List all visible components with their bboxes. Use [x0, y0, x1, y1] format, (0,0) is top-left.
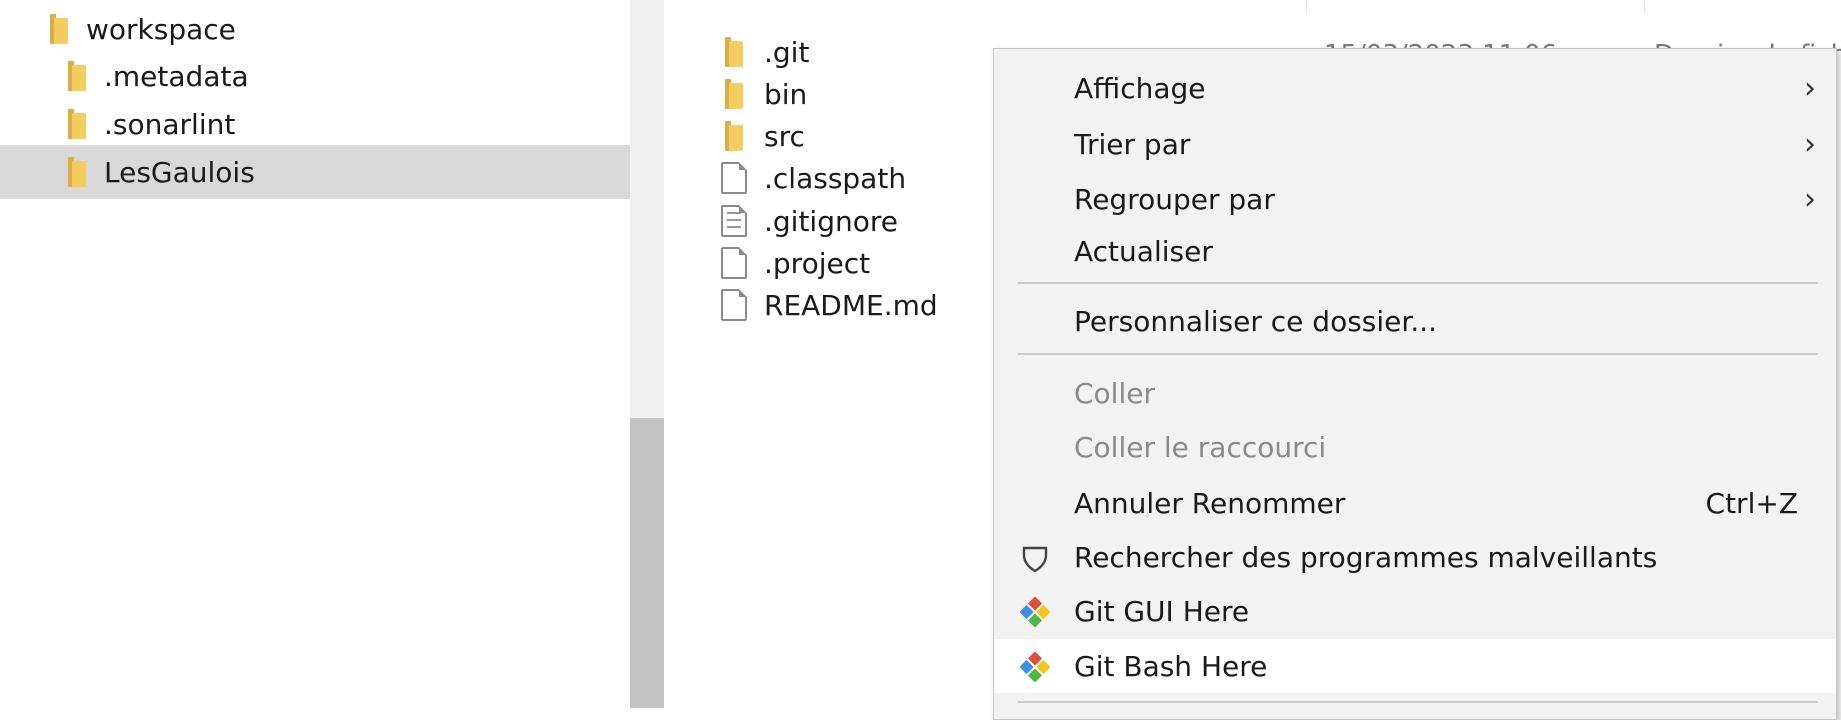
- menu-item-label: Trier par: [1074, 127, 1191, 161]
- shield-icon: [1022, 546, 1048, 573]
- folder-icon: [50, 14, 68, 44]
- tree-item-workspace[interactable]: workspace: [0, 2, 676, 56]
- folder-icon: [725, 121, 743, 151]
- tree-scrollbar-thumb[interactable]: [630, 418, 664, 708]
- tree-item-lesgaulois[interactable]: LesGaulois: [0, 145, 694, 199]
- menu-item-regrouper-par[interactable]: Regrouper par ›: [994, 172, 1836, 226]
- menu-item-actualiser[interactable]: Actualiser: [994, 224, 1836, 278]
- menu-item-label: Personnaliser ce dossier...: [1074, 304, 1438, 338]
- file-name: src: [764, 119, 805, 153]
- file-name: .gitignore: [764, 204, 898, 238]
- folder-icon: [68, 157, 86, 187]
- menu-separator: [1018, 701, 1818, 703]
- menu-item-label: Annuler Renommer: [1074, 486, 1346, 520]
- menu-item-annuler-renommer[interactable]: Annuler Renommer Ctrl+Z: [994, 476, 1836, 530]
- menu-item-trier-par[interactable]: Trier par ›: [994, 117, 1836, 171]
- folder-icon: [725, 37, 743, 67]
- file-icon: [721, 289, 747, 321]
- file-row-readme[interactable]: README.md: [716, 280, 938, 330]
- text-file-icon: [721, 205, 747, 237]
- menu-item-label: Coller le raccourci: [1074, 430, 1327, 464]
- file-name: README.md: [764, 288, 938, 322]
- file-name: .git: [764, 35, 810, 69]
- menu-item-affichage[interactable]: Affichage ›: [994, 61, 1836, 115]
- context-menu: Affichage › Trier par › Regrouper par › …: [993, 48, 1837, 720]
- tree-item-label: .sonarlint: [104, 107, 236, 141]
- file-name: .classpath: [764, 161, 907, 195]
- menu-item-coller[interactable]: Coller: [994, 366, 1836, 420]
- navigation-tree: workspace .metadata .sonarlint LesGauloi…: [0, 0, 694, 708]
- menu-item-label: Actualiser: [1074, 234, 1213, 268]
- tree-item-label: workspace: [86, 12, 236, 46]
- menu-item-rechercher-malveillants[interactable]: Rechercher des programmes malveillants: [994, 530, 1836, 584]
- menu-item-git-gui[interactable]: Git GUI Here: [994, 584, 1836, 638]
- column-separator: [1306, 0, 1307, 14]
- menu-item-shortcut: Ctrl+Z: [1705, 486, 1798, 520]
- menu-item-git-bash[interactable]: Git Bash Here: [994, 639, 1836, 693]
- folder-icon: [725, 79, 743, 109]
- git-gui-icon: [1020, 597, 1050, 627]
- tree-item-sonarlint[interactable]: .sonarlint: [0, 97, 694, 151]
- chevron-right-icon: ›: [1804, 181, 1816, 217]
- file-icon: [721, 162, 747, 194]
- menu-item-label: Coller: [1074, 376, 1155, 410]
- menu-item-label: Affichage: [1074, 71, 1206, 105]
- menu-item-label: Regrouper par: [1074, 182, 1275, 216]
- folder-icon: [68, 61, 86, 91]
- menu-item-coller-raccourci[interactable]: Coller le raccourci: [994, 420, 1836, 474]
- file-name: bin: [764, 77, 808, 111]
- tree-item-label: .metadata: [104, 59, 249, 93]
- chevron-right-icon: ›: [1804, 126, 1816, 162]
- file-icon: [721, 247, 747, 279]
- menu-item-label: Rechercher des programmes malveillants: [1074, 540, 1658, 574]
- menu-item-label: Git GUI Here: [1074, 594, 1250, 628]
- menu-item-label: Git Bash Here: [1074, 649, 1268, 683]
- tree-item-metadata[interactable]: .metadata: [0, 49, 694, 103]
- menu-item-personnaliser[interactable]: Personnaliser ce dossier...: [994, 294, 1836, 348]
- menu-separator: [1018, 353, 1818, 355]
- menu-separator: [1018, 282, 1818, 284]
- chevron-right-icon: ›: [1804, 70, 1816, 106]
- git-bash-icon: [1020, 652, 1050, 682]
- folder-icon: [68, 109, 86, 139]
- tree-item-label: LesGaulois: [104, 155, 255, 189]
- file-name: .project: [764, 246, 871, 280]
- column-separator: [1644, 0, 1645, 14]
